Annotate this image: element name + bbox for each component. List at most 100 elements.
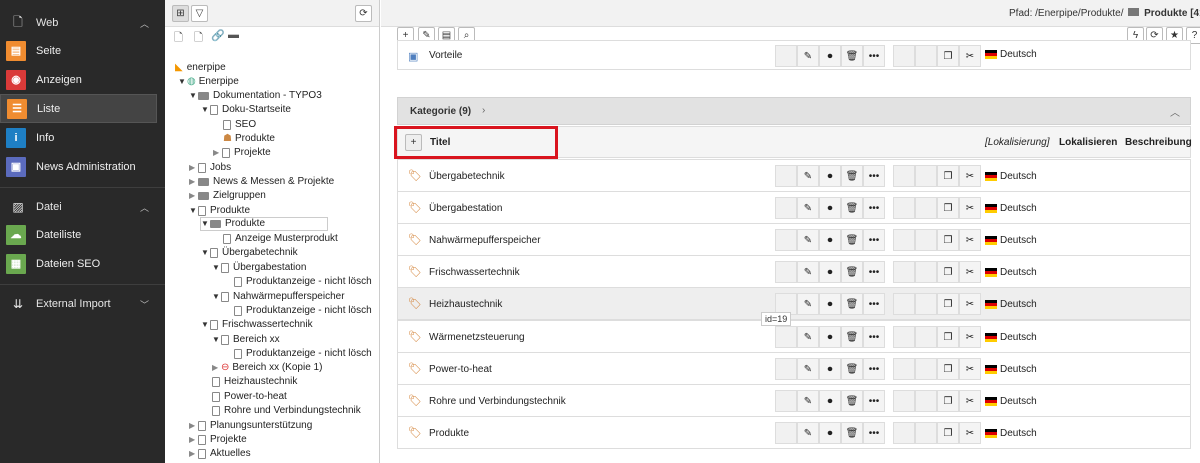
module-liste[interactable]: ☰ Liste [0,94,157,123]
delete-icon[interactable]: 🗑 [841,422,863,444]
table-row[interactable]: 🏷 Rohre und Verbindungstechnik ✎ ⏺ 🗑 ••• ❐ ✂ Deu… [397,384,1191,417]
toggle-visibility-icon[interactable]: ⏺ [819,358,841,380]
copy-icon[interactable]: ❐ [937,390,959,412]
toggle-visibility-icon[interactable]: ⏺ [819,197,841,219]
expand-icon[interactable]: ▼ [178,75,187,89]
record-title[interactable]: Nahwärmepufferspeicher [429,235,541,246]
collapsed-icon[interactable]: ▶ [189,433,198,447]
record-row-vorteile[interactable]: ▣ Vorteile ✎ ⏺ 🗑 ••• ❐ ✂ Deutsch [397,40,1191,70]
toggle-visibility-icon[interactable]: ⏺ [819,422,841,444]
tree-node[interactable]: ▼ Nahwärmepufferspeicher [212,290,345,304]
tree-node[interactable]: ▶ ⊖ Bereich xx (Kopie 1) [212,361,322,375]
tree-node[interactable]: ▶ Projekte [213,146,271,160]
cut-icon[interactable]: ✂ [959,45,981,67]
toggle-visibility-icon[interactable]: ⏺ [819,293,841,315]
module-group-datei[interactable]: ▨ Datei ︿ [0,194,165,220]
cut-icon[interactable]: ✂ [959,390,981,412]
copy-icon[interactable]: ❐ [937,197,959,219]
tree-node[interactable]: Produktanzeige - nicht lösch [234,304,372,318]
record-title[interactable]: Produkte [429,428,469,439]
edit-icon[interactable]: ✎ [797,422,819,444]
tree-node[interactable]: Heizhaustechnik [212,375,297,389]
cut-icon[interactable]: ✂ [959,326,981,348]
collapsed-icon[interactable]: ▶ [212,361,221,375]
table-row[interactable]: 🏷 Übergabestation ✎ ⏺ 🗑 ••• ❐ ✂ Deutsch [397,191,1191,224]
more-icon[interactable]: ••• [863,326,885,348]
edit-icon[interactable]: ✎ [797,326,819,348]
copy-icon[interactable]: ❐ [937,45,959,67]
delete-icon[interactable]: 🗑 [841,229,863,251]
copy-icon[interactable]: ❐ [937,293,959,315]
tree-node[interactable]: ▼ Produkte [189,204,250,218]
copy-icon[interactable]: ❐ [937,326,959,348]
column-description[interactable]: Beschreibung [1125,137,1192,148]
more-icon[interactable]: ••• [863,197,885,219]
table-row[interactable]: 🏷 Nahwärmepufferspeicher ✎ ⏺ 🗑 ••• ❐ ✂ Deutsch [397,223,1191,256]
module-seite[interactable]: ▤ Seite [0,36,165,65]
cut-icon[interactable]: ✂ [959,358,981,380]
link-icon[interactable]: 🔗 [211,29,225,42]
cut-icon[interactable]: ✂ [959,261,981,283]
more-icon[interactable]: ••• [863,293,885,315]
toggle-visibility-icon[interactable]: ⏺ [819,45,841,67]
tree-node[interactable]: ☗ Produkte [223,132,275,146]
tree-node[interactable]: Rohre und Verbindungstechnik [212,404,361,418]
delete-icon[interactable]: 🗑 [841,293,863,315]
refresh-icon[interactable]: ⟳ [355,5,372,22]
module-group-external-import[interactable]: ⇊ External Import ﹀ [0,291,165,317]
tree-node[interactable]: ▼ Frischwassertechnik [201,318,313,332]
expand-icon[interactable]: ▼ [201,103,210,117]
record-title[interactable]: Power-to-heat [429,364,492,375]
more-icon[interactable]: ••• [863,261,885,283]
module-info[interactable]: i Info [0,123,165,152]
copy-icon[interactable]: ❐ [937,229,959,251]
module-dateiliste[interactable]: ☁ Dateiliste [0,220,165,249]
tree-root[interactable]: ◣ enerpipe [175,61,226,75]
collapsed-icon[interactable]: ▶ [213,146,222,160]
record-title[interactable]: Übergabetechnik [429,171,505,182]
tree-node[interactable]: ▼ Doku-Startseite [201,103,291,117]
tree-node[interactable]: Produktanzeige - nicht lösch [234,275,372,289]
tree-node[interactable]: ▶ Planungsunterstützung [189,419,312,433]
copy-icon[interactable]: ❐ [937,261,959,283]
page-type2-icon[interactable]: 🗋 [194,29,203,48]
tree-node[interactable]: ▼ Dokumentation - TYPO3 [189,89,322,103]
cut-icon[interactable]: ✂ [959,165,981,187]
toggle-visibility-icon[interactable]: ⏺ [819,261,841,283]
expand-icon[interactable]: ▼ [212,290,221,304]
delete-icon[interactable]: 🗑 [841,165,863,187]
more-icon[interactable]: ••• [863,165,885,187]
collapse-icon[interactable]: ︿ [1170,104,1180,119]
edit-icon[interactable]: ✎ [797,390,819,412]
edit-icon[interactable]: ✎ [797,261,819,283]
copy-icon[interactable]: ❐ [937,358,959,380]
cut-icon[interactable]: ✂ [959,293,981,315]
table-row[interactable]: 🏷 Produkte ✎ ⏺ 🗑 ••• ❐ ✂ Deutsch [397,416,1191,449]
module-news[interactable]: ▣ News Administration [0,152,165,181]
record-title[interactable]: Heizhaustechnik [429,299,502,310]
more-icon[interactable]: ••• [863,422,885,444]
record-title[interactable]: Rohre und Verbindungstechnik [429,396,566,407]
cut-icon[interactable]: ✂ [959,197,981,219]
path-current[interactable]: Produkte [41 [1144,8,1200,19]
delete-icon[interactable]: 🗑 [841,197,863,219]
chevron-right-icon[interactable]: › [482,105,485,116]
toggle-visibility-icon[interactable]: ⏺ [819,165,841,187]
tree-node[interactable]: ▶ Jobs [189,161,231,175]
tree-node[interactable]: ▼ Übergabetechnik [201,246,298,260]
collapsed-icon[interactable]: ▶ [189,161,198,175]
collapsed-icon[interactable]: ▶ [189,175,198,189]
toggle-visibility-icon[interactable]: ⏺ [819,326,841,348]
record-title[interactable]: Übergabestation [429,203,502,214]
record-title[interactable]: Vorteile [429,50,462,61]
expand-icon[interactable]: ▼ [189,204,198,218]
copy-icon[interactable]: ❐ [937,422,959,444]
tree-node[interactable]: ▼ Übergabestation [212,261,306,275]
collapsed-icon[interactable]: ▶ [189,419,198,433]
tree-node[interactable]: SEO [223,118,256,132]
page-type-icon[interactable]: 🗋 [174,29,183,48]
expand-icon[interactable]: ▼ [201,246,210,260]
edit-icon[interactable]: ✎ [797,358,819,380]
tree-node[interactable]: ▶ Projekte [189,433,247,447]
tree-node[interactable]: Power-to-heat [212,390,287,404]
